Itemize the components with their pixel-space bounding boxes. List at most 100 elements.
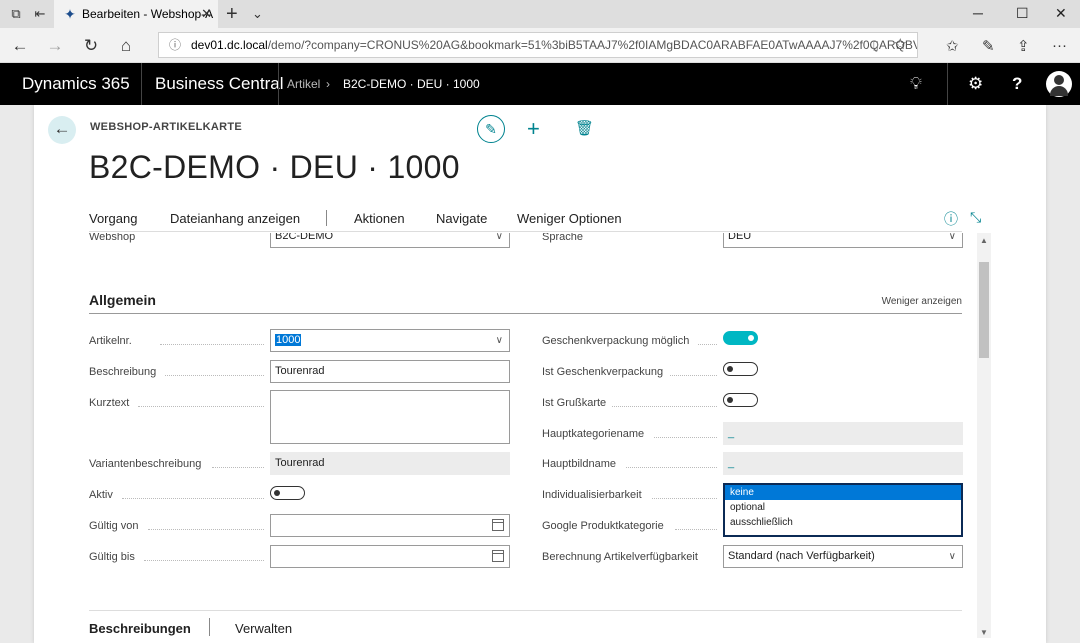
more-options-icon[interactable]: ··· [1052,37,1067,54]
hauptkategoriename-value[interactable]: _ [728,427,734,439]
set-aside-tabs-icon[interactable]: ⇤ [32,6,48,22]
menu-vorgang[interactable]: Vorgang [89,211,137,226]
back-icon[interactable]: ← [10,36,30,56]
google-produktkategorie-label: Google Produktkategorie [542,520,664,532]
close-tab-icon[interactable]: ✕ [201,0,212,28]
calendar-icon[interactable] [492,519,504,531]
label-dots [148,529,264,530]
scrollbar-thumb[interactable] [979,262,989,358]
dropdown-option[interactable]: ausschließlich [725,515,961,530]
breadcrumb-chevron-icon: › [326,77,330,91]
menu-divider [326,210,327,226]
app-bar: Dynamics 365 Business Central Artikel › … [0,63,1080,105]
new-tab-icon[interactable]: + [226,3,238,26]
browser-tab-bar: ⧉ ⇤ ✦ Bearbeiten - Webshop-A ✕ + ⌄ ─ ☐ ✕ [0,0,1080,28]
breadcrumb-parent[interactable]: Artikel [287,63,320,105]
hauptkategoriename-label: Hauptkategoriename [542,428,645,440]
berechnung-label: Berechnung Artikelverfügbarkeit [542,551,698,563]
settings-gear-icon[interactable]: ⚙ [968,63,983,105]
new-plus-icon[interactable]: + [527,115,540,143]
variantenbeschreibung-label: Variantenbeschreibung [89,458,202,470]
forward-icon[interactable]: → [45,36,65,56]
tab-beschreibungen[interactable]: Beschreibungen [89,621,191,636]
tab-verwalten[interactable]: Verwalten [235,621,292,636]
individualisierbarkeit-dropdown-list[interactable]: keine optional ausschließlich [723,483,963,537]
help-icon[interactable]: ? [1012,63,1022,105]
back-arrow-icon[interactable]: ← [48,116,76,144]
label-dots [670,375,717,376]
favorite-star-icon[interactable]: ☆ [894,33,907,57]
browser-address-bar: ← → ↻ ⌂ ⓘ dev01.dc.local/demo/?company=C… [0,28,1080,63]
geschenkverpackung-moeglich-toggle[interactable] [723,331,758,345]
product-name[interactable]: Dynamics 365 [22,63,130,105]
browser-tab[interactable]: ✦ Bearbeiten - Webshop-A ✕ [54,0,218,28]
ist-geschenkverpackung-toggle[interactable] [723,362,758,376]
variantenbeschreibung-value: Tourenrad [275,457,325,469]
scroll-down-icon[interactable]: ▼ [980,628,988,637]
beschreibung-field[interactable]: Tourenrad [270,360,510,383]
favorites-hub-icon[interactable]: ✩ [946,37,959,55]
chevron-down-icon: ∨ [495,233,503,242]
edit-pencil-icon[interactable]: ✎ [477,115,505,143]
berechnung-field[interactable]: Standard (nach Verfügbarkeit) ∨ [723,545,963,568]
dropdown-option[interactable]: optional [725,500,961,515]
menu-weniger-optionen[interactable]: Weniger Optionen [517,211,622,226]
variantenbeschreibung-field: Tourenrad [270,452,510,475]
artikelnr-label: Artikelnr. [89,335,132,347]
hauptbildname-label: Hauptbildname [542,458,616,470]
window-close-icon[interactable]: ✕ [1055,5,1067,22]
info-pane-icon[interactable]: ⓘ [944,209,958,229]
site-info-icon[interactable]: ⓘ [169,33,181,57]
label-dots [626,467,717,468]
maximize-icon[interactable]: ☐ [1016,5,1029,22]
tab-actions-icon[interactable]: ⧉ [8,6,24,22]
tab-title: Bearbeiten - Webshop-A [82,7,214,21]
section-title-allgemein[interactable]: Allgemein [89,292,156,308]
webshop-field[interactable]: B2C-DEMO ∨ [270,233,510,248]
user-avatar[interactable] [1046,71,1072,97]
label-dots [652,498,717,499]
scroll-up-icon[interactable]: ▲ [980,236,988,245]
menu-aktionen[interactable]: Aktionen [354,211,405,226]
ist-grusskarte-toggle[interactable] [723,393,758,407]
refresh-icon[interactable]: ↻ [81,36,101,56]
gueltig-von-field[interactable] [270,514,510,537]
share-icon[interactable]: ⇪ [1017,37,1030,55]
sprache-label: Sprache [542,233,583,243]
show-less-link[interactable]: Weniger anzeigen [882,296,962,307]
calendar-icon[interactable] [492,550,504,562]
hauptkategoriename-field[interactable]: _ [723,422,963,445]
delete-trash-icon[interactable]: 🗑︎ [575,118,594,140]
gueltig-bis-field[interactable] [270,545,510,568]
label-dots [612,406,717,407]
appbar-divider [141,63,142,105]
url-path: /demo/?company=CRONUS%20AG&bookmark=51%3… [267,38,918,52]
chevron-down-icon: ∨ [495,335,503,346]
sprache-value: DEU [728,233,752,242]
label-dots [212,467,264,468]
tab-preview-chevron-icon[interactable]: ⌄ [252,6,263,22]
label-dots [654,437,717,438]
header-fields-clip: Webshop B2C-DEMO ∨ Sprache DEU ∨ [40,233,975,251]
minimize-icon[interactable]: ─ [973,5,983,21]
tell-me-lightbulb-icon[interactable]: 💡︎ [910,63,922,105]
url-input[interactable]: ⓘ dev01.dc.local/demo/?company=CRONUS%20… [158,32,918,58]
hauptbildname-value[interactable]: _ [728,457,734,469]
sprache-field[interactable]: DEU ∨ [723,233,963,248]
collapse-icon[interactable]: ⤡ [970,209,981,226]
bottom-divider [89,610,962,611]
reading-view-icon[interactable]: ▯ [872,33,879,57]
hauptbildname-field[interactable]: _ [723,452,963,475]
dropdown-option[interactable]: keine [725,485,961,500]
page-type-label: WEBSHOP-ARTIKELKARTE [90,121,243,133]
app-name[interactable]: Business Central [155,63,284,105]
label-dots [138,406,264,407]
aktiv-toggle[interactable] [270,486,305,500]
label-dots [144,560,264,561]
web-note-icon[interactable]: ✎ [982,37,995,55]
home-icon[interactable]: ⌂ [116,36,136,56]
kurztext-textarea[interactable] [270,390,510,444]
menu-navigate[interactable]: Navigate [436,211,487,226]
menu-dateianhang[interactable]: Dateianhang anzeigen [170,211,300,226]
artikelnr-field[interactable]: 1000 ∨ [270,329,510,352]
